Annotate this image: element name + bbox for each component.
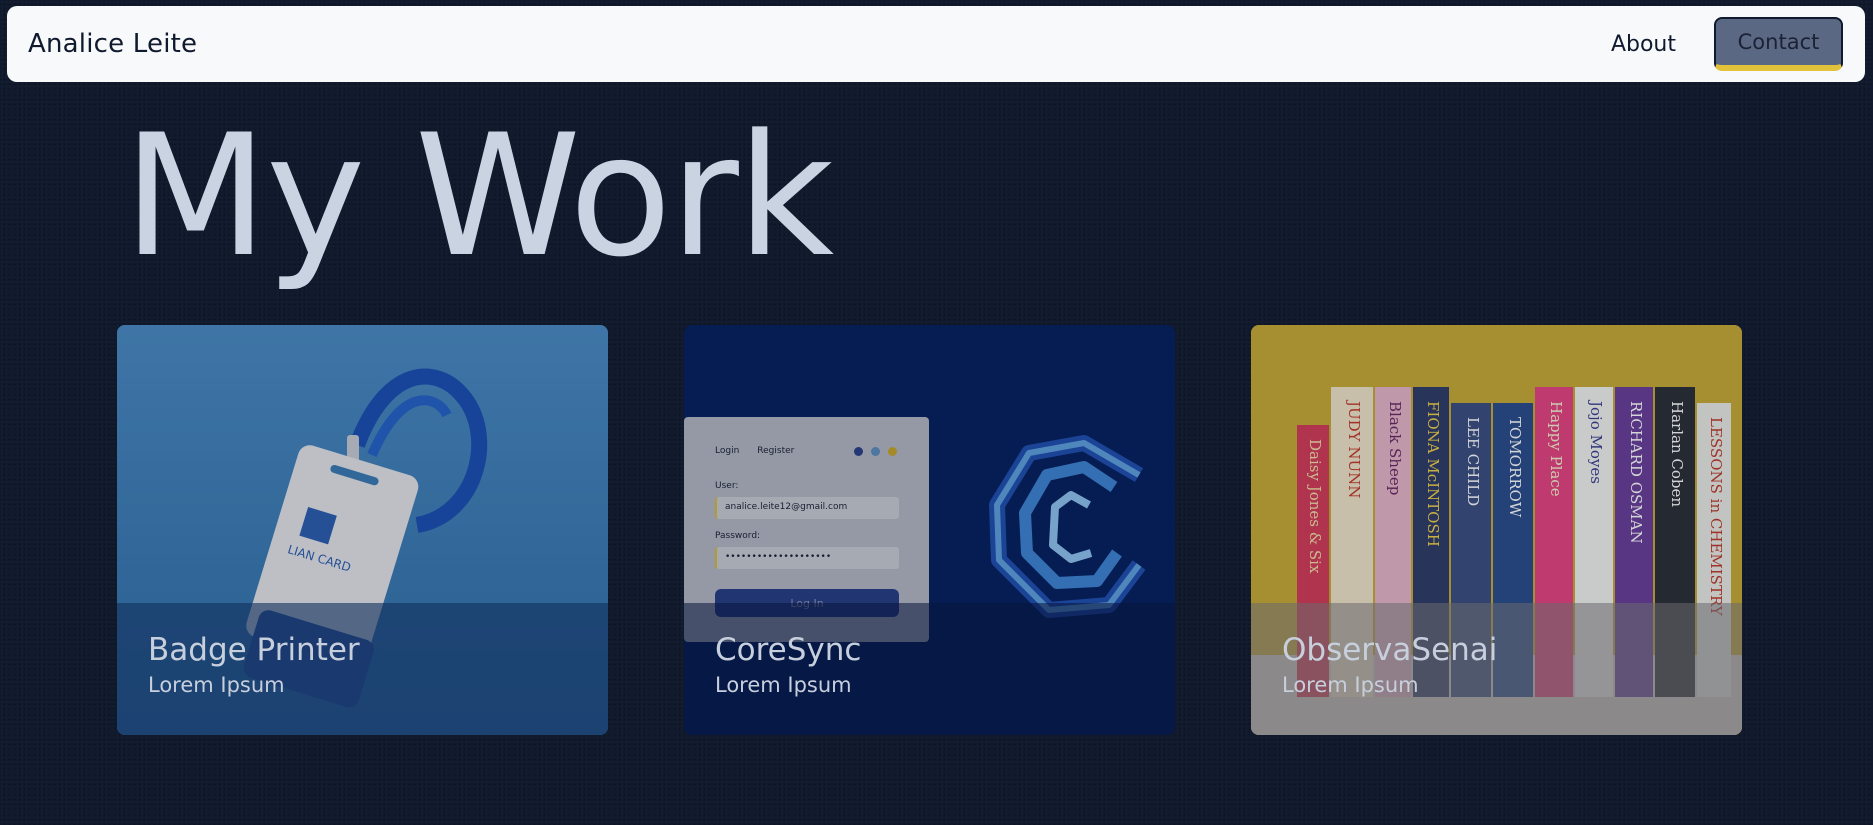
card-caption: Badge Printer Lorem Ipsum [117,603,608,735]
card-subtitle: Lorem Ipsum [1282,673,1419,698]
page-title: My Work [123,98,834,294]
nav-links: About Contact [1611,17,1843,71]
project-card-observasenai[interactable]: Daisy Jones & Six JUDY NUNN Black Sheep FIO… [1251,325,1742,735]
nav-link-about[interactable]: About [1611,32,1676,57]
top-navbar: Analice Leite About Contact [7,6,1865,82]
card-title: CoreSync [715,632,862,668]
project-card-coresync[interactable]: Login Register User: analice.leite12@gma… [684,325,1175,735]
brand-name[interactable]: Analice Leite [28,29,197,59]
card-caption: CoreSync Lorem Ipsum [684,603,1175,735]
card-title: ObservaSenai [1282,632,1498,668]
card-subtitle: Lorem Ipsum [148,673,285,698]
card-caption: ObservaSenai Lorem Ipsum [1251,603,1742,735]
contact-button[interactable]: Contact [1714,17,1843,71]
card-subtitle: Lorem Ipsum [715,673,852,698]
project-card-badge-printer[interactable]: LIAN CARD Badge Printer Lorem Ipsum [117,325,608,735]
card-title: Badge Printer [148,632,360,668]
